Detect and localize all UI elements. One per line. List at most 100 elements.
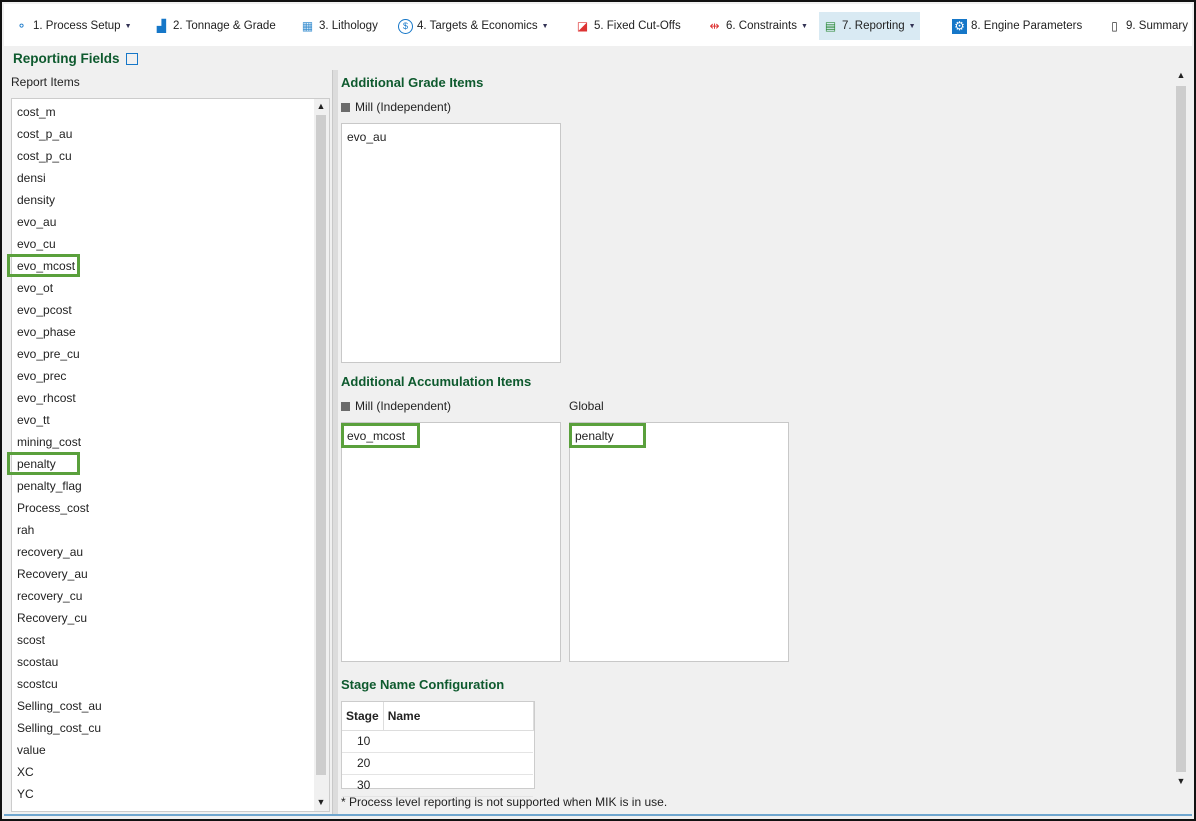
scroll-up-icon[interactable]: ▲ — [1174, 70, 1188, 80]
process-setup-icon: ⚬ — [16, 18, 27, 33]
report-items-list[interactable]: ▲ ▼ cost_m cost_p_au cost_p_cu densi density… — [7, 98, 330, 812]
grade-mill-list[interactable]: evo_au — [341, 123, 561, 363]
tab-label: 9. Summary — [1126, 20, 1188, 32]
tab-label: 5. Fixed Cut-Offs — [594, 20, 681, 32]
scroll-thumb[interactable] — [316, 115, 326, 775]
stage-table[interactable]: Stage Name 10 20 30 — [341, 701, 535, 797]
table-row[interactable]: 30 — [342, 774, 534, 797]
chart-icon: ▟ — [156, 18, 167, 33]
list-item[interactable]: Recovery_au — [17, 563, 88, 585]
report-items-label: Report Items — [11, 75, 80, 89]
chevron-down-icon[interactable]: ▼ — [542, 23, 549, 30]
list-item[interactable]: XC — [17, 761, 34, 783]
tab-constraints[interactable]: ⇹ 6. Constraints ▼ — [703, 12, 812, 40]
list-item[interactable]: value — [17, 739, 46, 761]
list-item[interactable]: cost_p_cu — [17, 145, 72, 167]
external-link-icon[interactable] — [125, 52, 138, 65]
list-item[interactable]: evo_tt — [17, 409, 50, 431]
scroll-thumb[interactable] — [1176, 86, 1186, 772]
name-cell[interactable] — [383, 730, 534, 753]
tab-lithology[interactable]: ▦ 3. Lithology — [296, 12, 382, 40]
list-item[interactable]: densi — [17, 167, 46, 189]
list-item[interactable]: Selling_cost_au — [17, 695, 102, 717]
list-scrollbar[interactable]: ▲ ▼ — [314, 99, 329, 811]
tab-tonnage-grade[interactable]: ▟ 2. Tonnage & Grade — [150, 12, 280, 40]
accum-global-list[interactable]: penalty — [569, 422, 789, 662]
table-row[interactable]: 10 — [342, 730, 534, 753]
table-row[interactable]: 20 — [342, 752, 534, 775]
reporting-fields-title: Reporting Fields — [13, 51, 138, 66]
tab-label: 7. Reporting — [842, 20, 905, 32]
list-item[interactable]: mining_cost — [17, 431, 81, 453]
name-cell[interactable] — [383, 774, 534, 797]
status-line — [4, 814, 1192, 816]
tab-reporting[interactable]: ▤ 7. Reporting ▼ — [819, 12, 920, 40]
list-item[interactable]: evo_au — [347, 130, 386, 144]
grade-items-heading: Additional Grade Items — [341, 75, 484, 90]
scroll-down-icon[interactable]: ▼ — [1174, 776, 1188, 786]
chevron-down-icon[interactable]: ▼ — [909, 23, 916, 30]
stage-cell[interactable]: 30 — [342, 774, 384, 797]
tab-process-setup[interactable]: ⚬ 1. Process Setup ▼ — [10, 12, 136, 40]
constraints-icon: ⇹ — [709, 18, 720, 33]
list-item[interactable]: scostau — [17, 651, 58, 673]
tab-summary[interactable]: ▯ 9. Summary — [1103, 12, 1192, 40]
name-cell[interactable] — [383, 752, 534, 775]
list-item[interactable]: scostcu — [17, 673, 58, 695]
stage-cell[interactable]: 10 — [342, 730, 384, 753]
mik-note: * Process level reporting is not support… — [341, 795, 668, 809]
list-item[interactable]: recovery_cu — [17, 585, 82, 607]
tab-label: 6. Constraints — [726, 20, 797, 32]
list-item[interactable]: evo_pre_cu — [17, 343, 80, 365]
panel-splitter[interactable] — [332, 70, 338, 814]
list-item[interactable]: recovery_au — [17, 541, 83, 563]
list-item[interactable]: Selling_cost_cu — [17, 717, 101, 739]
list-item[interactable]: density — [17, 189, 55, 211]
tab-fixed-cut-offs[interactable]: ◪ 5. Fixed Cut-Offs — [571, 12, 685, 40]
list-item[interactable]: cost_p_au — [17, 123, 72, 145]
tab-engine-parameters[interactable]: ⚙ 8. Engine Parameters — [948, 12, 1086, 40]
scroll-up-icon[interactable]: ▲ — [314, 101, 328, 111]
scroll-down-icon[interactable]: ▼ — [314, 797, 328, 807]
list-item[interactable]: rah — [17, 519, 34, 541]
list-item[interactable]: evo_au — [17, 211, 56, 233]
stage-cell[interactable]: 20 — [342, 752, 384, 775]
chevron-down-icon[interactable]: ▼ — [801, 23, 808, 30]
highlight-box — [341, 423, 420, 448]
list-item[interactable]: cost_m — [17, 101, 56, 123]
tab-label: 2. Tonnage & Grade — [173, 20, 276, 32]
main-scrollbar[interactable]: ▲ ▼ — [1174, 68, 1189, 792]
mill-swatch — [341, 102, 350, 112]
list-item[interactable]: evo_phase — [17, 321, 76, 343]
list-item[interactable]: scost — [17, 629, 45, 651]
list-item[interactable]: YC — [17, 783, 34, 805]
list-item[interactable]: Process_cost — [17, 497, 89, 519]
list-item[interactable]: evo_cu — [17, 233, 56, 255]
highlight-box — [7, 452, 80, 475]
col-name[interactable]: Name — [383, 702, 534, 731]
tab-label: 3. Lithology — [319, 20, 378, 32]
workflow-toolbar: ⚬ 1. Process Setup ▼ ▟ 2. Tonnage & Grade ▦ 3.… — [4, 4, 1192, 46]
list-item[interactable]: penalty_flag — [17, 475, 82, 497]
list-item[interactable]: Recovery_cu — [17, 607, 87, 629]
list-item[interactable]: evo_pcost — [17, 299, 72, 321]
highlight-box — [569, 423, 646, 448]
dollar-icon: $ — [398, 18, 413, 34]
summary-icon: ▯ — [1111, 18, 1118, 33]
accum-global-label: Global — [569, 399, 604, 413]
tab-targets-economics[interactable]: $4. Targets & Economics ▼ — [394, 12, 553, 40]
chevron-down-icon[interactable]: ▼ — [125, 23, 132, 30]
list-item[interactable]: evo_prec — [17, 365, 66, 387]
app-window: ⚬ 1. Process Setup ▼ ▟ 2. Tonnage & Grade ▦ 3.… — [0, 0, 1196, 821]
mill-label-text: Mill (Independent) — [355, 399, 452, 413]
mill-label-text: Mill (Independent) — [355, 100, 452, 114]
grade-mill-label: Mill (Independent) — [341, 100, 451, 114]
list-item[interactable]: evo_ot — [17, 277, 53, 299]
tab-label: 8. Engine Parameters — [971, 20, 1083, 32]
highlight-box — [7, 254, 80, 277]
title-text: Reporting Fields — [13, 51, 120, 66]
accum-mill-list[interactable]: evo_mcost — [341, 422, 561, 662]
list-item[interactable]: evo_rhcost — [17, 387, 76, 409]
gear-icon: ⚙ — [952, 18, 967, 34]
col-stage[interactable]: Stage — [342, 702, 384, 731]
